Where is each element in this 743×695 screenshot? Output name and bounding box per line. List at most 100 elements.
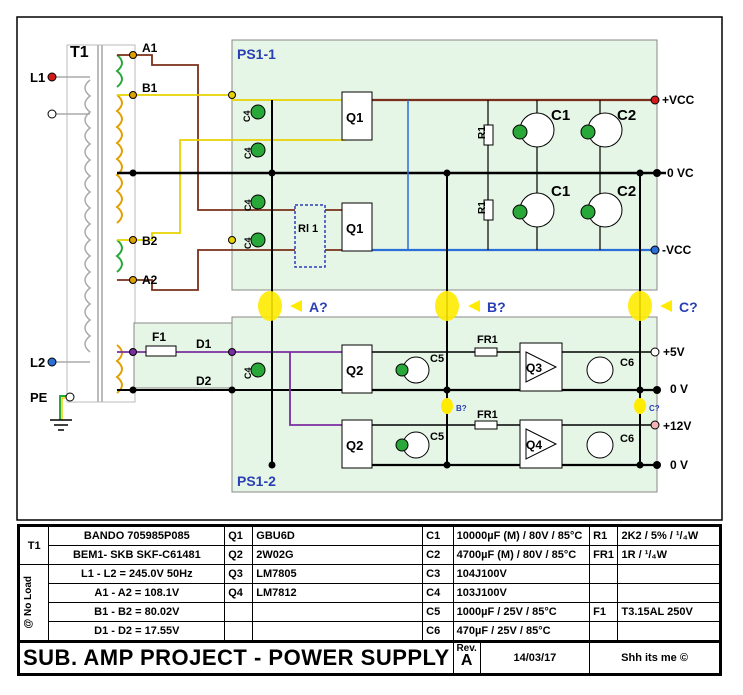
c-val-5: 1000µF / 25V / 85°C [452, 602, 591, 622]
c-val-2: 4700µF (M) / 80V / 85°C [452, 545, 591, 565]
q-val-4: LM7812 [252, 583, 424, 603]
svg-text:A?: A? [309, 299, 328, 315]
regulator-q4: Q4 [519, 419, 563, 469]
c6-bottom-label: C6 [620, 433, 634, 445]
q-ref-3: Q3 [224, 564, 254, 584]
c6-top [586, 356, 614, 384]
v0a-label: 0 V [670, 382, 688, 396]
link-point-c: C? [628, 291, 698, 321]
svg-text:C4: C4 [243, 237, 253, 249]
fr1-top [474, 347, 498, 357]
bridge-q2-top: Q2 [341, 344, 373, 394]
vcc-pos-label: +VCC [662, 93, 695, 107]
v5-terminal [650, 347, 660, 357]
fuse-f1-symbol [145, 345, 177, 357]
q-val-3: LM7805 [252, 564, 424, 584]
relay-rl1: Rl 1 [294, 204, 326, 268]
no-load-cell: @ No Load [17, 564, 50, 642]
l2-label: L2 [30, 355, 45, 370]
d2-label: D2 [196, 374, 212, 388]
v0b-label: 0 V [670, 458, 688, 472]
primary-tap-terminal [47, 109, 57, 119]
v0b-terminal [653, 461, 661, 469]
d1-label: D1 [196, 337, 212, 351]
c-val-4: 103J100V [452, 583, 591, 603]
c5-top-label: C5 [430, 353, 444, 365]
svg-text:C4: C4 [243, 199, 253, 211]
fr1-bottom [474, 420, 498, 430]
l1-label: L1 [30, 70, 45, 85]
r-val-3: T3.15AL 250V [617, 602, 721, 622]
svg-text:C4: C4 [243, 367, 253, 379]
no-load-3: B1 - B2 = 80.02V [48, 602, 226, 622]
t1-line1: BANDO 705985P085 [48, 525, 226, 546]
c-val-6: 470µF / 25V / 85°C [452, 621, 591, 642]
svg-text:C4: C4 [243, 147, 253, 159]
f1-label: F1 [152, 330, 166, 344]
sheet-author: Shh its me © [589, 640, 721, 675]
no-load-4: D1 - D2 = 17.55V [48, 621, 226, 642]
svg-text:C?: C? [679, 299, 698, 315]
c1-bottom-label: C1 [551, 183, 570, 200]
rev-value: A [460, 652, 473, 669]
c6-bottom [586, 431, 614, 459]
r1-top-label: R1 [477, 126, 488, 139]
c6-top-label: C6 [620, 357, 634, 369]
no-load-2: A1 - A2 = 108.1V [48, 583, 226, 603]
bom-title-block: T1 BANDO 705985P085 Q1 GBU6D C1 10000µF … [17, 524, 722, 676]
svg-text:Q2: Q2 [346, 438, 363, 453]
c-ref-1: C1 [422, 525, 454, 546]
svg-text:Q1: Q1 [346, 221, 363, 236]
a2-label: A2 [142, 273, 158, 287]
q-val-1: GBU6D [252, 525, 424, 546]
bridge-q1-top: Q1 [341, 91, 373, 141]
q-ref-4: Q4 [224, 583, 254, 603]
b2-label: B2 [142, 234, 158, 248]
c2-top-label: C2 [617, 107, 636, 124]
c2-bottom-label: C2 [617, 183, 636, 200]
no-load-label: @ No Load [23, 576, 34, 629]
c-ref-2: C2 [422, 545, 454, 565]
power-supply-schematic: T1 L1 L2 PE PS1-1 PS1-2 A1 B1 B2 A2 D1 D… [16, 16, 723, 521]
t1-label: T1 [70, 44, 89, 61]
rev-cell: Rev. A 14/03/17 [452, 640, 591, 675]
q-val-2: 2W02G [252, 545, 424, 565]
transformer-t1: T1 [66, 44, 136, 403]
zero-vc-terminal [653, 169, 661, 177]
svg-text:B?: B? [487, 299, 506, 315]
regulator-q3: Q3 [519, 342, 563, 392]
c-ref-6: C6 [422, 621, 454, 642]
l1-terminal [47, 72, 57, 82]
b1-label: B1 [142, 81, 158, 95]
r1-bottom-label: R1 [477, 201, 488, 214]
vcc-pos-terminal [650, 95, 660, 105]
v12-terminal [650, 420, 660, 430]
c-val-1: 10000µF (M) / 80V / 85°C [452, 525, 591, 546]
bridge-q1-bottom: Q1 [341, 202, 373, 252]
sheet-date: 14/03/17 [513, 652, 557, 664]
zero-vc-label: 0 VC [667, 166, 694, 180]
c-ref-5: C5 [422, 602, 454, 622]
svg-text:FR1: FR1 [477, 409, 498, 421]
c-ref-3: C3 [422, 564, 454, 584]
no-load-1: L1 - L2 = 245.0V 50Hz [48, 564, 226, 584]
svg-text:C4: C4 [242, 110, 252, 122]
c1-top-label: C1 [551, 107, 570, 124]
t1-ref: T1 [17, 525, 50, 565]
r-val-2: 1R / ¹/₄W [617, 545, 721, 565]
pe-label: PE [30, 390, 48, 405]
l2-terminal [47, 357, 57, 367]
q-ref-2: Q2 [224, 545, 254, 565]
svg-text:Q2: Q2 [346, 363, 363, 378]
ps1-1-label: PS1-1 [237, 46, 276, 62]
svg-text:Q4: Q4 [526, 438, 542, 452]
c5-bottom-label: C5 [430, 431, 444, 443]
vcc-neg-label: -VCC [662, 243, 692, 257]
q-ref-1: Q1 [224, 525, 254, 546]
t1-line2: BEM1- SKB SKF-C61481 [48, 545, 226, 565]
r-ref-2: FR1 [589, 545, 619, 565]
r-val-1: 2K2 / 5% / ¹/₄W [617, 525, 721, 546]
v0a-terminal [653, 386, 661, 394]
sheet-title: SUB. AMP PROJECT - POWER SUPPLY [18, 640, 454, 675]
schematic-sheet: T1 L1 L2 PE PS1-1 PS1-2 A1 B1 B2 A2 D1 D… [0, 0, 743, 695]
